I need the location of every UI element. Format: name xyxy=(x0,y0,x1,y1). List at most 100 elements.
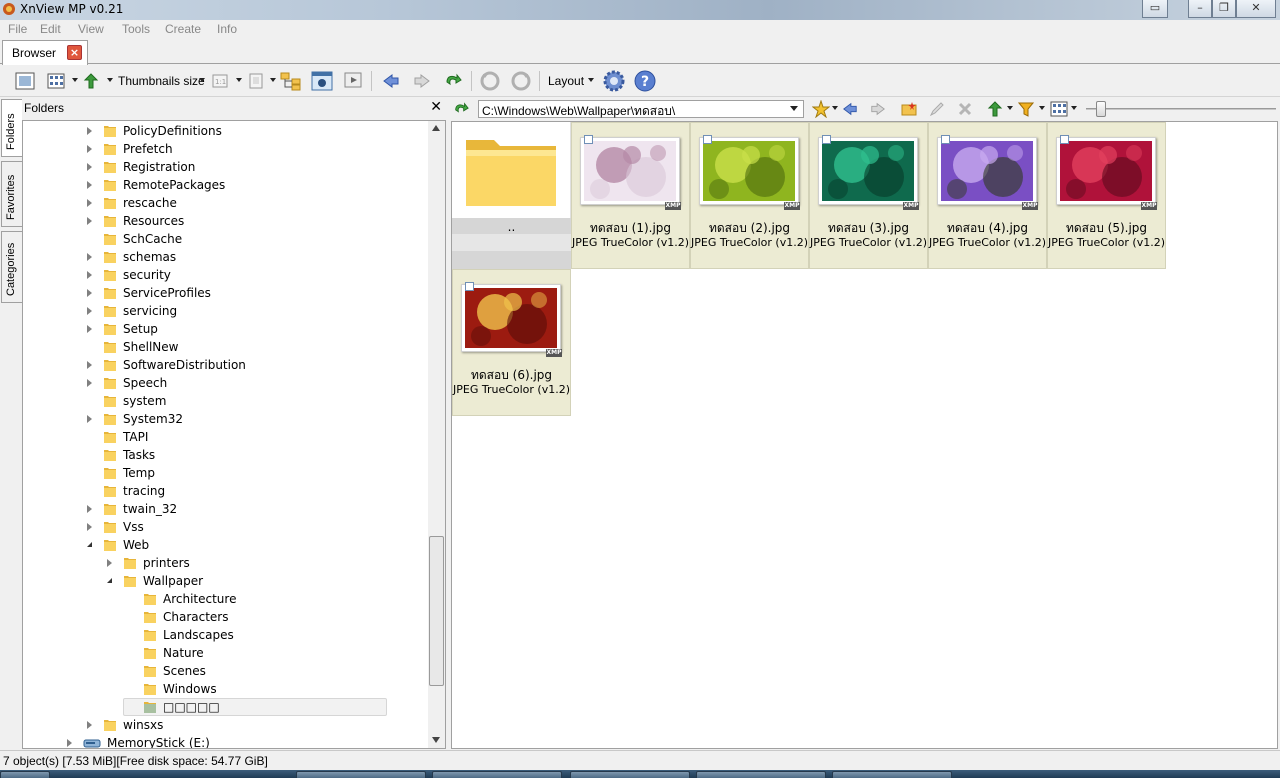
previous-arrow-icon[interactable] xyxy=(842,101,858,117)
sort-icon[interactable] xyxy=(986,100,1004,118)
menu-create[interactable]: Create xyxy=(165,22,201,36)
tree-item[interactable]: TAPI xyxy=(87,428,445,446)
tree-item[interactable]: Speech xyxy=(87,374,445,392)
view-mode-dropdown-icon[interactable] xyxy=(1071,106,1077,110)
tree-item[interactable]: Wallpaper xyxy=(107,572,445,590)
tree-item[interactable]: Tasks xyxy=(87,446,445,464)
settings-gear-icon[interactable] xyxy=(603,70,625,92)
tree-item[interactable]: SchCache xyxy=(87,230,445,248)
collapse-arrow-icon[interactable] xyxy=(87,253,92,261)
view-mode-icon[interactable] xyxy=(45,70,67,92)
collapse-arrow-icon[interactable] xyxy=(87,127,92,135)
thumbnail-zoom-slider[interactable] xyxy=(1086,108,1276,110)
up-folder-icon[interactable] xyxy=(442,70,464,92)
layout-label[interactable]: Layout xyxy=(548,74,584,88)
tree-item[interactable]: Scenes xyxy=(127,662,445,680)
view-mode-icon[interactable] xyxy=(1050,101,1068,117)
image-thumbnail[interactable]: XMP ทดสอบ (1).jpg JPEG TrueColor (v1.2) xyxy=(571,122,690,269)
image-thumbnail[interactable]: XMP ทดสอบ (3).jpg JPEG TrueColor (v1.2) xyxy=(809,122,928,269)
next-arrow-icon[interactable] xyxy=(411,70,433,92)
collapse-arrow-icon[interactable] xyxy=(107,559,112,567)
collapse-arrow-icon[interactable] xyxy=(87,505,92,513)
tree-item[interactable]: Temp xyxy=(87,464,445,482)
maximize-button[interactable]: ❐ xyxy=(1212,0,1236,18)
tree-item[interactable]: Landscapes xyxy=(127,626,445,644)
taskbar-button[interactable] xyxy=(696,771,826,778)
new-folder-icon[interactable] xyxy=(901,101,917,117)
taskbar-button[interactable] xyxy=(296,771,426,778)
fullscreen-icon[interactable] xyxy=(14,70,36,92)
folder-tree-icon[interactable] xyxy=(280,70,302,92)
close-window-button[interactable]: ✕ xyxy=(1236,0,1276,18)
tree-item[interactable]: ServiceProfiles xyxy=(87,284,445,302)
tree-item[interactable]: System32 xyxy=(87,410,445,428)
tree-item[interactable]: Setup xyxy=(87,320,445,338)
restore-small-button[interactable]: ▭ xyxy=(1142,0,1168,18)
image-thumbnail[interactable]: XMP ทดสอบ (4).jpg JPEG TrueColor (v1.2) xyxy=(928,122,1047,269)
select-checkbox[interactable] xyxy=(465,282,474,291)
select-checkbox[interactable] xyxy=(822,135,831,144)
side-tab-folders[interactable]: Folders xyxy=(1,99,22,157)
filter-view-icon[interactable]: 1:1 xyxy=(210,70,232,92)
side-tab-favorites[interactable]: Favorites xyxy=(1,161,22,227)
tree-item[interactable]: schemas xyxy=(87,248,445,266)
tree-item[interactable]: servicing xyxy=(87,302,445,320)
menu-edit[interactable]: Edit xyxy=(40,22,61,36)
tree-scrollbar-thumb[interactable] xyxy=(429,536,444,686)
path-dropdown-icon[interactable] xyxy=(790,106,798,111)
collapse-arrow-icon[interactable] xyxy=(67,739,72,747)
tree-item[interactable]: Resources xyxy=(87,212,445,230)
image-thumbnail[interactable]: XMP ทดสอบ (6).jpg JPEG TrueColor (v1.2) xyxy=(452,269,571,416)
minimize-button[interactable]: – xyxy=(1188,0,1212,18)
sort-icon[interactable] xyxy=(80,70,102,92)
select-checkbox[interactable] xyxy=(703,135,712,144)
capture-icon[interactable] xyxy=(311,70,333,92)
expand-arrow-icon[interactable] xyxy=(87,542,92,547)
tree-item[interactable]: ShellNew xyxy=(87,338,445,356)
info-panel-icon[interactable] xyxy=(245,70,267,92)
favorite-star-icon[interactable] xyxy=(812,100,830,118)
tree-item[interactable]: □□□□□ xyxy=(123,698,445,716)
filter-dropdown-icon[interactable] xyxy=(1039,106,1045,110)
collapse-arrow-icon[interactable] xyxy=(87,199,92,207)
thumbnail-zoom-slider-handle[interactable] xyxy=(1096,101,1106,117)
collapse-arrow-icon[interactable] xyxy=(87,217,92,225)
collapse-arrow-icon[interactable] xyxy=(87,361,92,369)
tree-item[interactable]: Web xyxy=(87,536,445,554)
sort-dropdown-icon[interactable] xyxy=(1007,106,1013,110)
select-checkbox[interactable] xyxy=(1060,135,1069,144)
menu-file[interactable]: File xyxy=(8,22,27,36)
tree-scrollbar[interactable] xyxy=(428,121,445,748)
tree-item[interactable]: Windows xyxy=(127,680,445,698)
collapse-arrow-icon[interactable] xyxy=(87,415,92,423)
collapse-arrow-icon[interactable] xyxy=(87,523,92,531)
rename-icon[interactable] xyxy=(929,101,945,117)
thumbnails-size-dropdown-icon[interactable] xyxy=(199,78,205,82)
collapse-arrow-icon[interactable] xyxy=(87,181,92,189)
tree-item[interactable]: MemoryStick (E:) xyxy=(67,734,445,748)
collapse-arrow-icon[interactable] xyxy=(87,325,92,333)
rotate-left-icon[interactable] xyxy=(479,70,501,92)
select-checkbox[interactable] xyxy=(584,135,593,144)
filter-icon[interactable] xyxy=(1018,101,1034,117)
start-button[interactable] xyxy=(0,771,50,778)
collapse-arrow-icon[interactable] xyxy=(87,289,92,297)
taskbar-button[interactable] xyxy=(832,771,952,778)
slideshow-icon[interactable] xyxy=(343,70,365,92)
image-thumbnail[interactable]: XMP ทดสอบ (2).jpg JPEG TrueColor (v1.2) xyxy=(690,122,809,269)
tree-item[interactable]: winsxs xyxy=(87,716,445,734)
menu-tools[interactable]: Tools xyxy=(122,22,150,36)
thumbnails-size-label[interactable]: Thumbnails size xyxy=(118,74,205,88)
rotate-right-icon[interactable] xyxy=(510,70,532,92)
info-panel-dropdown-icon[interactable] xyxy=(270,78,276,82)
tree-item[interactable]: Prefetch xyxy=(87,140,445,158)
tree-item[interactable]: tracing xyxy=(87,482,445,500)
tree-item[interactable]: Characters xyxy=(127,608,445,626)
path-input[interactable]: C:\Windows\Web\Wallpaper\ทดสอบ\ xyxy=(478,100,804,118)
tree-item[interactable]: twain_32 xyxy=(87,500,445,518)
tree-item[interactable]: SoftwareDistribution xyxy=(87,356,445,374)
menu-view[interactable]: View xyxy=(78,22,104,36)
tree-item[interactable]: Nature xyxy=(127,644,445,662)
next-arrow-icon[interactable] xyxy=(870,101,886,117)
collapse-arrow-icon[interactable] xyxy=(87,721,92,729)
